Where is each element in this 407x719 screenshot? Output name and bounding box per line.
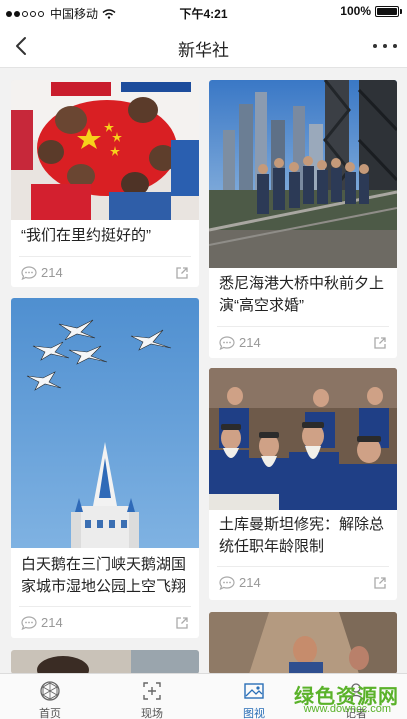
tab-reporter[interactable]: 记者 [326,680,386,719]
news-card-4[interactable]: 土库曼斯坦修宪：解除总统任职年龄限制 214 [209,368,397,600]
comment-icon [21,615,37,630]
card-footer-1: 214 [19,256,191,286]
status-bar: 中国移动 下午4:21 100% [0,0,407,24]
card-image-6 [209,612,397,674]
news-card-6[interactable] [209,612,397,674]
card-image-2 [209,80,397,268]
card-title-4: 土库曼斯坦修宪：解除总统任职年龄限制 [219,516,385,555]
page-title: 新华社 [178,41,229,60]
card-footer-3: 214 [19,606,191,636]
card-image-4 [209,368,397,510]
comment-count-label: 214 [239,575,261,590]
tab-label: 记者 [345,708,367,719]
globe-icon [40,681,60,701]
comment-icon [219,575,235,590]
card-title-1: “我们在里约挺好的” [21,227,151,244]
comment-count-label: 214 [41,615,63,630]
battery-icon [375,5,402,17]
card-image-1 [11,80,199,220]
comment-icon [219,335,235,350]
nav-bar: 新华社 [0,24,407,68]
comment-count-1[interactable]: 214 [21,265,63,280]
comment-count-2[interactable]: 214 [219,335,261,350]
card-footer-4: 214 [217,566,389,596]
share-icon[interactable] [373,336,387,350]
share-icon[interactable] [175,266,189,280]
news-card-5[interactable] [11,650,199,674]
tab-bar: 首页 现场 图视 记者 [0,673,407,719]
tab-gallery[interactable]: 图视 [224,680,284,719]
share-icon[interactable] [175,616,189,630]
more-dots-icon[interactable] [373,36,397,56]
battery-percent: 100% [340,4,371,18]
card-title-3: 白天鹅在三门峡天鹅湖国家城市湿地公园上空飞翔 [21,556,187,595]
status-right: 100% [340,4,402,18]
image-icon [244,683,264,699]
comment-icon [21,265,37,280]
comment-count-label: 214 [41,265,63,280]
comment-count-4[interactable]: 214 [219,575,261,590]
live-frame-icon [143,682,161,700]
card-image-5 [11,650,199,674]
tab-label: 图视 [243,708,265,719]
tab-label: 首页 [39,708,61,719]
tab-live[interactable]: 现场 [122,680,182,719]
comment-count-3[interactable]: 214 [21,615,63,630]
card-image-3 [11,298,199,548]
card-title-2: 悉尼海港大桥中秋前夕上演“高空求婚” [219,275,385,314]
news-card-1[interactable]: “我们在里约挺好的” 214 [11,80,199,287]
news-card-3[interactable]: 白天鹅在三门峡天鹅湖国家城市湿地公园上空飞翔 214 [11,298,199,638]
news-card-2[interactable]: 悉尼海港大桥中秋前夕上演“高空求婚” 214 [209,80,397,358]
tab-label: 现场 [141,708,163,719]
share-icon[interactable] [373,576,387,590]
reporter-icon [347,683,365,701]
comment-count-label: 214 [239,335,261,350]
tab-home[interactable]: 首页 [20,680,80,719]
card-footer-2: 214 [217,326,389,356]
